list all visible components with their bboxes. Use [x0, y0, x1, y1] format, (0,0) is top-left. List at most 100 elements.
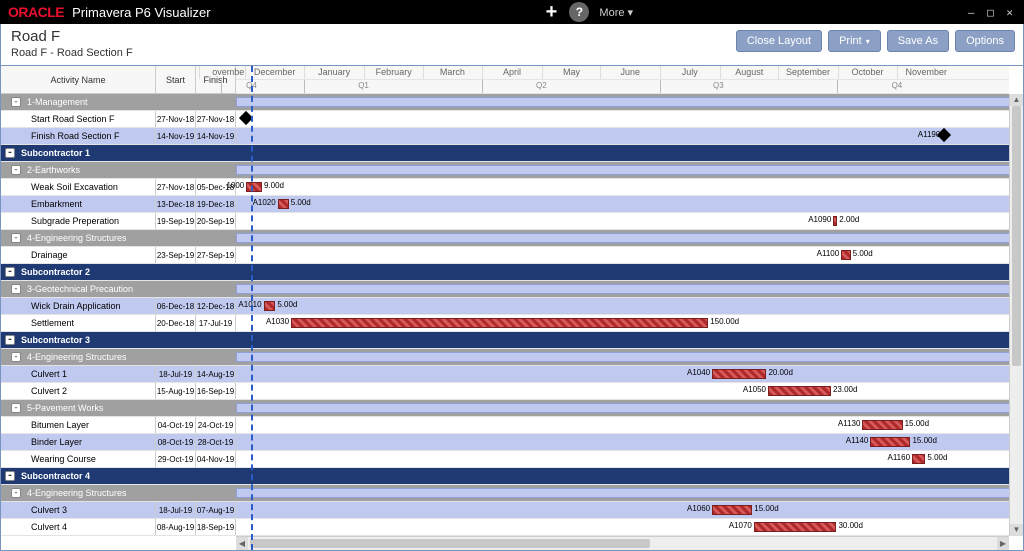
- gantt-bar[interactable]: [278, 199, 289, 209]
- window-controls[interactable]: — □ ✕: [968, 6, 1016, 19]
- bar-id-label: 1000: [214, 181, 244, 190]
- group-band[interactable]: -4-Engineering Structures: [1, 349, 1023, 366]
- activity-name: Culvert 3: [1, 502, 156, 518]
- activity-row[interactable]: Culvert 408-Aug-1918-Sep-19A107030.00d: [1, 519, 1023, 536]
- activity-name: Drainage: [1, 247, 156, 263]
- bar-id-label: A1100: [809, 249, 839, 258]
- gantt-cell: A10105.00d: [236, 298, 1023, 314]
- column-header-start[interactable]: Start: [156, 66, 196, 94]
- add-icon[interactable]: +: [541, 2, 561, 22]
- gantt-bar[interactable]: [870, 437, 910, 447]
- bar-duration-label: 30.00d: [838, 521, 862, 530]
- activity-name: Start Road Section F: [1, 111, 156, 127]
- gantt-cell: [236, 485, 1023, 501]
- more-menu[interactable]: More ▾: [599, 6, 633, 19]
- group-band[interactable]: -4-Engineering Structures: [1, 485, 1023, 502]
- gantt-bar[interactable]: [768, 386, 831, 396]
- activity-row[interactable]: Culvert 118-Jul-1914-Aug-19A104020.00d: [1, 366, 1023, 383]
- subcontractor-band[interactable]: -Subcontractor 4: [1, 468, 1023, 485]
- gantt-cell: [236, 332, 1023, 348]
- start-date: 20-Dec-18: [156, 315, 196, 331]
- activity-row[interactable]: Start Road Section F27-Nov-1827-Nov-18: [1, 111, 1023, 128]
- finish-date: 04-Nov-19: [196, 451, 236, 467]
- start-date: [156, 332, 196, 348]
- gantt-bar[interactable]: [246, 182, 262, 192]
- finish-date: 20-Sep-19: [196, 213, 236, 229]
- activity-row[interactable]: Wick Drain Application06-Dec-1812-Dec-18…: [1, 298, 1023, 315]
- activity-name: Binder Layer: [1, 434, 156, 450]
- activity-name: Culvert 4: [1, 519, 156, 535]
- scroll-thumb[interactable]: [250, 539, 650, 548]
- group-band[interactable]: -3-Geotechnical Precaution: [1, 281, 1023, 298]
- activity-row[interactable]: Subgrade Preperation19-Sep-1920-Sep-19A1…: [1, 213, 1023, 230]
- gantt-cell: A106015.00d: [236, 502, 1023, 518]
- activity-row[interactable]: Settlement20-Dec-1817-Jul-19A1030150.00d: [1, 315, 1023, 332]
- activity-row[interactable]: Embarkment13-Dec-1819-Dec-18A10205.00d: [1, 196, 1023, 213]
- help-icon[interactable]: ?: [569, 2, 589, 22]
- scroll-left-icon[interactable]: ◀: [236, 537, 248, 550]
- scroll-right-icon[interactable]: ▶: [997, 537, 1009, 550]
- activity-name: Culvert 2: [1, 383, 156, 399]
- horizontal-scrollbar[interactable]: ◀ ▶: [236, 536, 1009, 550]
- bar-duration-label: 15.00d: [912, 436, 936, 445]
- start-date: 13-Dec-18: [156, 196, 196, 212]
- gantt-bar[interactable]: [841, 250, 850, 260]
- activity-name: 4-Engineering Structures: [1, 230, 156, 246]
- activity-row[interactable]: Culvert 215-Aug-1916-Sep-19A105023.00d: [1, 383, 1023, 400]
- activity-row[interactable]: Weak Soil Excavation27-Nov-1805-Dec-1810…: [1, 179, 1023, 196]
- print-button[interactable]: Print▾: [828, 30, 881, 52]
- start-date: [156, 145, 196, 161]
- start-date: 06-Dec-18: [156, 298, 196, 314]
- activity-name: Subcontractor 2: [1, 264, 156, 280]
- subcontractor-band[interactable]: -Subcontractor 2: [1, 264, 1023, 281]
- activity-row[interactable]: Culvert 318-Jul-1907-Aug-19A106015.00d: [1, 502, 1023, 519]
- start-date: 29-Oct-19: [156, 451, 196, 467]
- activity-name: Wick Drain Application: [1, 298, 156, 314]
- start-date: 04-Oct-19: [156, 417, 196, 433]
- gantt-rows: -1-ManagementStart Road Section F27-Nov-…: [1, 94, 1023, 536]
- finish-date: 17-Jul-19: [196, 315, 236, 331]
- timeline-header[interactable]: ovembeDecemberJanuaryFebruaryMarchAprilM…: [236, 66, 1009, 94]
- vertical-scrollbar[interactable]: ▲ ▼: [1009, 94, 1023, 536]
- subcontractor-band[interactable]: -Subcontractor 3: [1, 332, 1023, 349]
- subcontractor-band[interactable]: -Subcontractor 1: [1, 145, 1023, 162]
- gantt-bar[interactable]: [862, 420, 902, 430]
- scroll-down-icon[interactable]: ▼: [1010, 524, 1023, 536]
- gantt-bar[interactable]: [754, 522, 837, 532]
- activity-row[interactable]: Finish Road Section F14-Nov-1914-Nov-19A…: [1, 128, 1023, 145]
- layout-header: Road F Road F - Road Section F Close Lay…: [0, 24, 1024, 66]
- gantt-cell: A11005.00d: [236, 247, 1023, 263]
- start-date: 18-Jul-19: [156, 366, 196, 382]
- gantt-cell: [236, 264, 1023, 280]
- timeline-month: March: [440, 67, 465, 77]
- gantt-bar[interactable]: [712, 505, 752, 515]
- gantt-bar[interactable]: [712, 369, 766, 379]
- start-date: 27-Nov-18: [156, 179, 196, 195]
- activity-name: Embarkment: [1, 196, 156, 212]
- save-as-button[interactable]: Save As: [887, 30, 949, 52]
- group-band[interactable]: -1-Management: [1, 94, 1023, 111]
- bar-id-label: A1040: [680, 368, 710, 377]
- activity-row[interactable]: Wearing Course29-Oct-1904-Nov-19A11605.0…: [1, 451, 1023, 468]
- start-date: 08-Oct-19: [156, 434, 196, 450]
- finish-date: 19-Dec-18: [196, 196, 236, 212]
- group-band[interactable]: -4-Engineering Structures: [1, 230, 1023, 247]
- activity-row[interactable]: Binder Layer08-Oct-1928-Oct-19A114015.00…: [1, 434, 1023, 451]
- options-button[interactable]: Options: [955, 30, 1015, 52]
- activity-row[interactable]: Drainage23-Sep-1927-Sep-19A11005.00d: [1, 247, 1023, 264]
- group-band[interactable]: -5-Pavement Works: [1, 400, 1023, 417]
- gantt-bar[interactable]: [291, 318, 708, 328]
- timeline-month: November: [906, 67, 948, 77]
- activity-name: Weak Soil Excavation: [1, 179, 156, 195]
- gantt-cell: [236, 162, 1023, 178]
- column-header-activity[interactable]: Activity Name: [1, 66, 156, 94]
- gantt-bar[interactable]: [912, 454, 925, 464]
- activity-row[interactable]: Bitumen Layer04-Oct-1924-Oct-19A113015.0…: [1, 417, 1023, 434]
- gantt-bar[interactable]: [264, 301, 276, 311]
- gantt-bar[interactable]: [833, 216, 837, 226]
- close-layout-button[interactable]: Close Layout: [736, 30, 822, 52]
- group-band[interactable]: -2-Earthworks: [1, 162, 1023, 179]
- scroll-thumb[interactable]: [1012, 106, 1021, 366]
- product-name: Primavera P6 Visualizer: [72, 5, 210, 20]
- scroll-up-icon[interactable]: ▲: [1010, 94, 1023, 106]
